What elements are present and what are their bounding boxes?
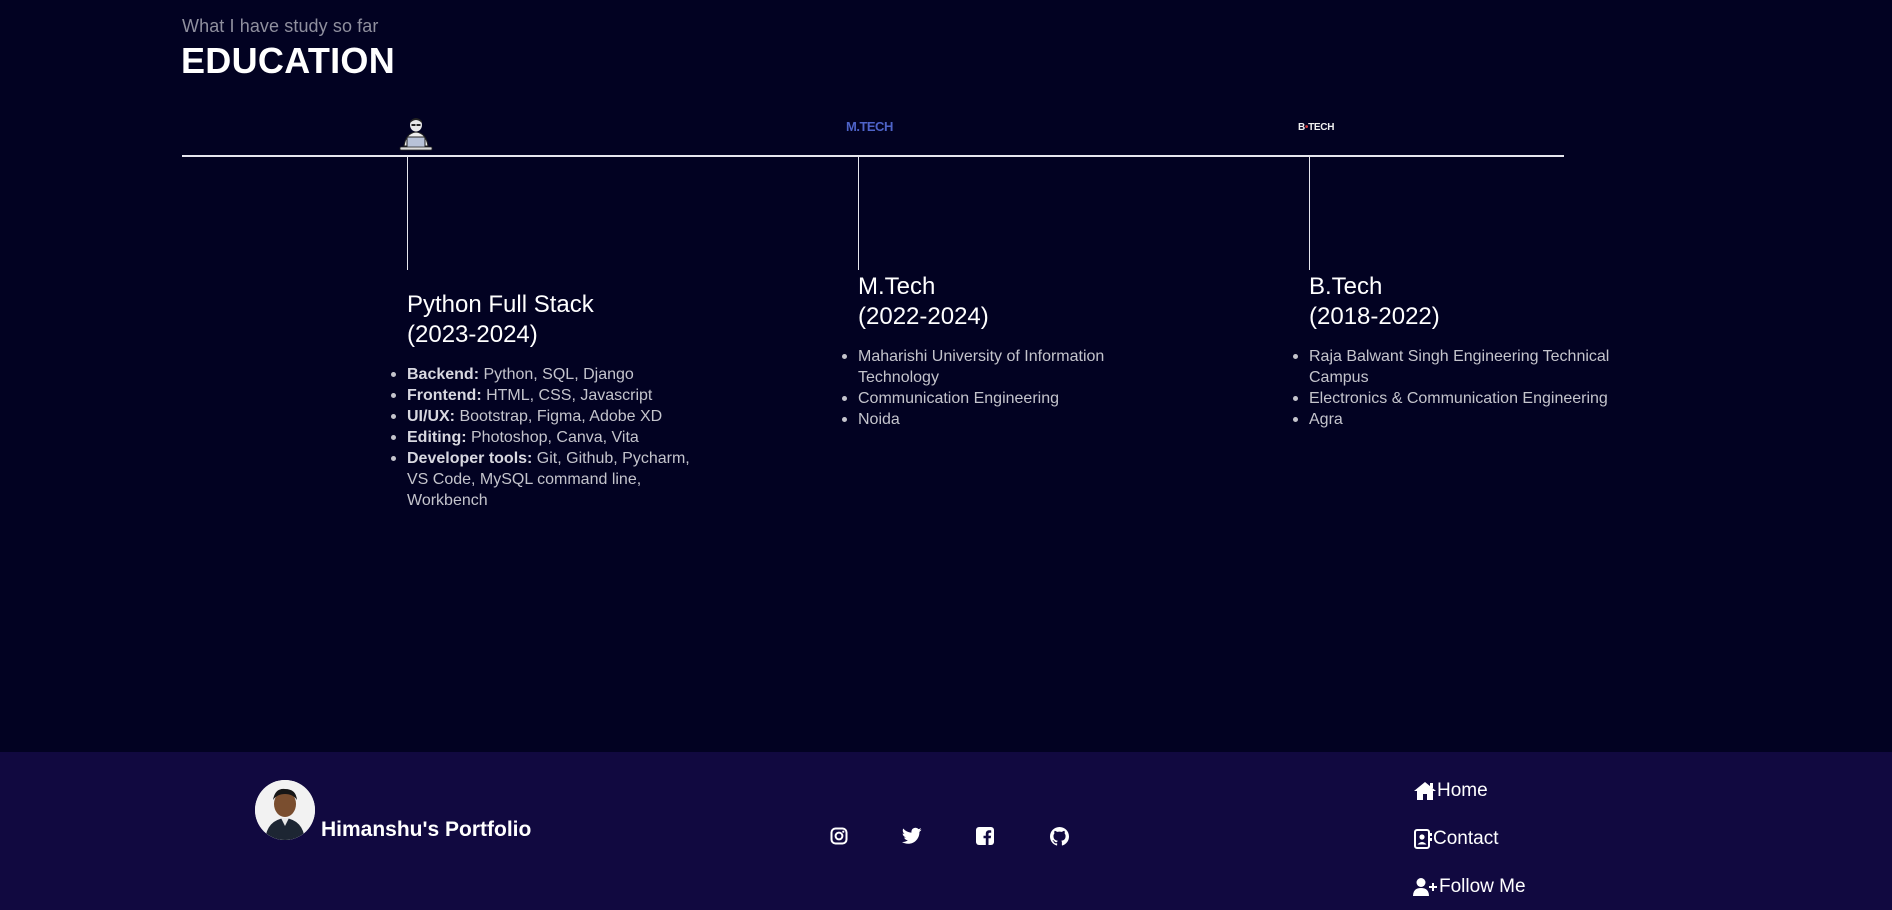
card-title: Python Full Stack (2023-2024) xyxy=(407,290,737,350)
timeline-stem-python xyxy=(407,156,408,270)
contact-icon xyxy=(1413,829,1433,849)
list-item: Developer tools: Git, Github, Pycharm, V… xyxy=(391,448,707,511)
footer-link-label: Follow Me xyxy=(1439,876,1526,897)
list-item-label: Editing: xyxy=(407,429,467,446)
footer-link-label: Contact xyxy=(1433,828,1499,849)
section-subtitle: What I have study so far xyxy=(182,16,379,36)
timeline-line xyxy=(182,155,1564,157)
github-icon[interactable] xyxy=(1049,826,1069,846)
btech-logo-icon: B•TECH xyxy=(1298,122,1334,133)
list-item: Communication Engineering xyxy=(842,388,1128,409)
footer-link-label: Home xyxy=(1437,780,1488,801)
list-item: Maharishi University of Information Tech… xyxy=(842,346,1128,388)
list-item-label: UI/UX: xyxy=(407,408,455,425)
card-title-years: (2018-2022) xyxy=(1309,303,1440,330)
list-item: Frontend: HTML, CSS, Javascript xyxy=(391,385,737,406)
education-card-python: Python Full Stack (2023-2024) Backend: P… xyxy=(391,290,737,511)
card-title-years: (2023-2024) xyxy=(407,321,538,348)
card-title-name: Python Full Stack xyxy=(407,291,594,318)
footer-link-contact[interactable]: Contact xyxy=(1413,828,1498,850)
home-icon xyxy=(1413,781,1437,801)
list-item: Agra xyxy=(1293,409,1619,430)
card-title: M.Tech (2022-2024) xyxy=(858,272,1128,332)
timeline-stem-mtech xyxy=(858,156,859,270)
list-item-label: Backend: xyxy=(407,366,480,383)
list-item-text: Photoshop, Canva, Vita xyxy=(466,429,639,446)
list-item: Noida xyxy=(842,409,1128,430)
site-footer: Himanshu's Portfolio Home Contact Follow… xyxy=(0,752,1892,910)
btech-logo-text-left: B xyxy=(1298,122,1305,133)
list-item-label: Developer tools: xyxy=(407,450,533,467)
timeline-stem-btech xyxy=(1309,156,1310,270)
card-detail-list: Raja Balwant Singh Engineering Technical… xyxy=(1293,346,1619,430)
list-item: Editing: Photoshop, Canva, Vita xyxy=(391,427,737,448)
list-item: UI/UX: Bootstrap, Figma, Adobe XD xyxy=(391,406,737,427)
btech-logo-text-right: TECH xyxy=(1308,122,1335,133)
list-item-text: Bootstrap, Figma, Adobe XD xyxy=(455,408,663,425)
card-title-years: (2022-2024) xyxy=(858,303,989,330)
footer-link-home[interactable]: Home xyxy=(1413,780,1488,802)
facebook-icon[interactable] xyxy=(975,826,995,846)
list-item: Backend: Python, SQL, Django xyxy=(391,364,737,385)
list-item-text: HTML, CSS, Javascript xyxy=(481,387,653,404)
list-item: Raja Balwant Singh Engineering Technical… xyxy=(1293,346,1619,388)
list-item-label: Frontend: xyxy=(407,387,482,404)
card-skill-list: Backend: Python, SQL, Django Frontend: H… xyxy=(391,364,737,511)
card-title-name: B.Tech xyxy=(1309,273,1383,300)
card-title-name: M.Tech xyxy=(858,273,936,300)
coder-icon xyxy=(396,116,436,152)
footer-brand[interactable]: Himanshu's Portfolio xyxy=(321,818,531,842)
user-plus-icon xyxy=(1413,877,1439,897)
education-page: What I have study so far EDUCATION M.TEC… xyxy=(0,0,1892,910)
card-title: B.Tech (2018-2022) xyxy=(1309,272,1619,332)
section-title: EDUCATION xyxy=(181,40,396,81)
instagram-icon[interactable] xyxy=(829,826,849,846)
twitter-icon[interactable] xyxy=(902,826,922,846)
card-detail-list: Maharishi University of Information Tech… xyxy=(842,346,1128,430)
footer-link-follow[interactable]: Follow Me xyxy=(1413,876,1526,898)
mtech-logo-icon: M.TECH xyxy=(846,119,893,134)
education-card-mtech: M.Tech (2022-2024) Maharishi University … xyxy=(842,272,1128,430)
education-card-btech: B.Tech (2018-2022) Raja Balwant Singh En… xyxy=(1293,272,1619,430)
list-item: Electronics & Communication Engineering xyxy=(1293,388,1619,409)
list-item-text: Python, SQL, Django xyxy=(479,366,634,383)
avatar xyxy=(255,780,315,840)
